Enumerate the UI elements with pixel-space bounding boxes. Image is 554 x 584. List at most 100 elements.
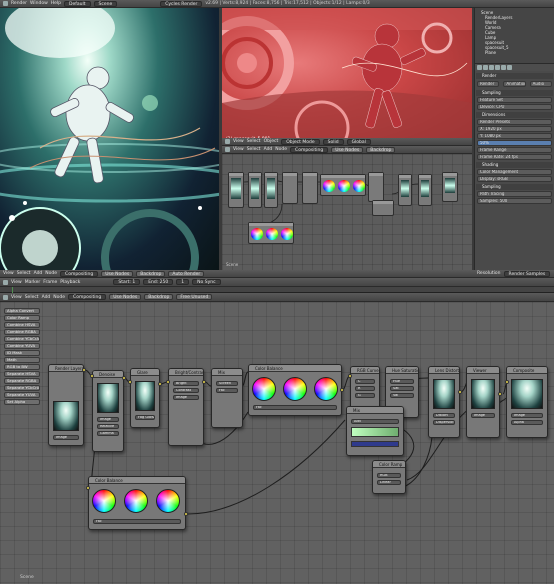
small-menu-node[interactable]: Node [275,147,287,152]
bottom-auto-render[interactable]: Auto Render [168,270,205,277]
node-field[interactable]: Image [511,413,543,418]
layout-selector[interactable]: Default [64,0,91,7]
small-tree-type[interactable]: Compositing [290,146,329,153]
node-socket[interactable] [348,374,352,378]
mini-node[interactable] [418,174,432,206]
tool-separate-yuva[interactable]: Separate YUVA [4,392,40,398]
node-field[interactable]: Bright [173,381,199,386]
viewport-menu-view[interactable]: View [233,139,244,144]
bottom-menu-view[interactable]: View [3,271,14,276]
tool-combine-rgba[interactable]: Combine RGBA [4,329,40,335]
small-menu-select[interactable]: Select [247,147,261,152]
node-editor-type-icon[interactable] [3,294,8,300]
small-menu-add[interactable]: Add [264,147,273,152]
section-sampling-2[interactable]: Sampling [476,184,553,190]
color-swatch[interactable] [351,427,399,437]
mini-node[interactable] [264,172,278,208]
layers-tab-icon[interactable] [483,65,488,70]
node-field[interactable]: Add [351,419,399,424]
gain-color-wheel[interactable] [314,377,338,401]
node-field[interactable]: Fac [253,405,337,410]
node-socket[interactable] [82,368,86,372]
menu-render[interactable]: Render [11,1,27,6]
viewport-menu-select[interactable]: Select [247,139,261,144]
menu-help[interactable]: Help [51,1,61,6]
node-field[interactable]: Distort [433,413,455,418]
node-field[interactable]: Dispersion [433,420,455,425]
render-layers-node[interactable]: Render Layers Image [48,364,84,446]
ne-menu-add[interactable]: Add [42,295,51,300]
mini-color-wheel[interactable] [338,180,350,192]
end-frame-field[interactable]: End: 250 [143,279,174,285]
bottom-backdrop[interactable]: Backdrop [136,270,166,277]
frame-rate[interactable]: Frame Rate: 24 fps [477,154,552,160]
outliner-row[interactable]: Plane [475,50,554,55]
scene-selector[interactable]: Scene [93,0,118,7]
color-ramp-node[interactable]: Color Ramp RGB Linear [372,460,406,494]
denoise-node[interactable]: Denoise Image Relative Gamma [92,370,124,452]
gain-color-wheel[interactable] [156,489,180,513]
tool-id-mask[interactable]: ID Mask [4,350,40,356]
node-field[interactable]: Image [97,417,119,422]
ne-menu-view[interactable]: View [11,295,22,300]
ne-tree-type[interactable]: Compositing [68,294,107,300]
render-result-view[interactable] [0,8,219,270]
object-tab-icon[interactable] [501,65,506,70]
mini-node[interactable] [442,172,458,202]
node-socket[interactable] [340,388,344,392]
timeline-menu-view[interactable]: View [11,280,22,285]
gamma-color-wheel[interactable] [124,489,148,513]
glare-node[interactable]: Glare Fog Glow [130,368,160,428]
node-field[interactable]: Gamma [97,431,119,436]
small-use-nodes-toggle[interactable]: Use Nodes [331,146,364,153]
world-tab-icon[interactable] [495,65,500,70]
tool-separate-hsva[interactable]: Separate HSVA [4,371,40,377]
bottom-menu-node[interactable]: Node [45,271,57,276]
node-field[interactable]: Contrast [173,388,199,393]
tool-combine-hsva[interactable]: Combine HSVA [4,322,40,328]
bottom-tree-type[interactable]: Compositing [60,270,99,277]
timeline-menu-frame[interactable]: Frame [43,280,57,285]
mini-node[interactable] [228,172,244,208]
mini-node[interactable] [372,200,394,216]
render-presets[interactable]: Render Presets [477,119,552,125]
bottom-use-nodes[interactable]: Use Nodes [101,270,134,277]
color-management[interactable]: Color Management [477,169,552,175]
tool-separate-rgba[interactable]: Separate RGBA [4,378,40,384]
node-field[interactable]: C [355,379,375,384]
node-field[interactable]: G [355,393,375,398]
color-swatch[interactable] [351,441,399,447]
lift-color-wheel[interactable] [92,489,116,513]
tool-alpha-convert[interactable]: Alpha Convert [4,308,40,314]
section-shading[interactable]: Shading [476,162,553,168]
tool-math[interactable]: Math [4,357,40,363]
node-socket[interactable] [166,380,170,384]
audio-button[interactable]: Audio [529,81,552,87]
orientation-selector[interactable]: Global [346,138,371,145]
integrator-select[interactable]: Path Tracing [477,191,552,197]
small-node-editor[interactable]: Scene [222,154,472,270]
bright-contrast-node[interactable]: Bright/Contrast Bright Contrast Image [168,368,204,446]
node-editor-icon[interactable] [225,147,230,152]
mini-node[interactable] [282,172,298,204]
lens-distortion-node[interactable]: Lens Distortion Distort Dispersion [428,366,460,438]
mini-color-wheel[interactable] [281,228,293,240]
material-tab-icon[interactable] [507,65,512,70]
node-field[interactable]: Fac [216,388,238,393]
mini-node[interactable] [248,172,262,208]
node-field[interactable]: Screen [216,381,238,386]
props-bottom-value[interactable]: Render Samples [503,270,551,277]
timeline-menu-playback[interactable]: Playback [60,280,80,285]
mini-color-wheel[interactable] [323,180,335,192]
node-field[interactable]: Linear [377,480,401,485]
ne-use-nodes-toggle[interactable]: Use Nodes [109,294,142,300]
node-field[interactable]: Sat [390,386,414,391]
color-balance-lower-node[interactable]: Color Balance Fac [88,476,186,530]
timeline-editor-icon[interactable] [3,279,8,285]
feature-set-select[interactable]: Feature Set [477,97,552,103]
resolution-y[interactable]: Y: 1080 px [477,133,552,139]
node-field[interactable]: RGB [377,473,401,478]
node-socket[interactable] [158,382,162,386]
timeline-menu-marker[interactable]: Marker [25,280,41,285]
section-dimensions[interactable]: Dimensions [476,112,553,118]
